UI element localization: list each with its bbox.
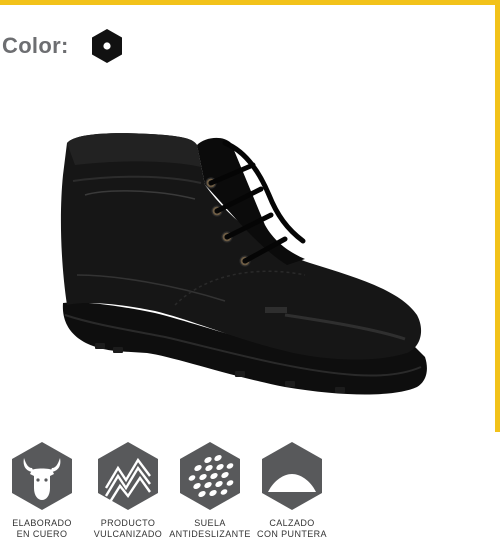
- vulcanized-sole-icon: [98, 442, 158, 510]
- right-accent-border: [495, 0, 500, 432]
- feature-toe-cap-line2: CON PUNTERA: [257, 529, 327, 539]
- top-accent-border: [0, 0, 500, 5]
- product-image-boot: [60, 133, 427, 395]
- color-selector: Color:: [2, 28, 123, 64]
- feature-leather: ELABORADO EN CUERO: [0, 440, 84, 540]
- feature-anti-slip: SUELA ANTIDESLIZANTE: [168, 440, 252, 540]
- feature-leather-line2: EN CUERO: [16, 529, 68, 539]
- feature-leather-line1: ELABORADO: [12, 518, 72, 528]
- feature-list: ELABORADO EN CUERO PRODUCTO VULCANIZADO: [0, 440, 340, 541]
- bull-head-icon: [12, 442, 72, 510]
- feature-vulcanized: PRODUCTO VULCANIZADO: [86, 440, 170, 540]
- feature-toe-cap-line1: CALZADO: [269, 518, 315, 528]
- feature-anti-slip-line1: SUELA: [194, 518, 226, 528]
- color-label: Color:: [2, 33, 69, 58]
- toe-cap-icon: [262, 442, 322, 510]
- feature-anti-slip-line2: ANTIDESLIZANTE: [169, 529, 251, 539]
- anti-slip-sole-icon: [180, 442, 240, 510]
- feature-vulcanized-line1: PRODUCTO: [100, 518, 156, 528]
- color-swatch-black[interactable]: [91, 28, 123, 64]
- feature-toe-cap: CALZADO CON PUNTERA: [250, 440, 334, 540]
- feature-vulcanized-line2: VULCANIZADO: [93, 529, 163, 539]
